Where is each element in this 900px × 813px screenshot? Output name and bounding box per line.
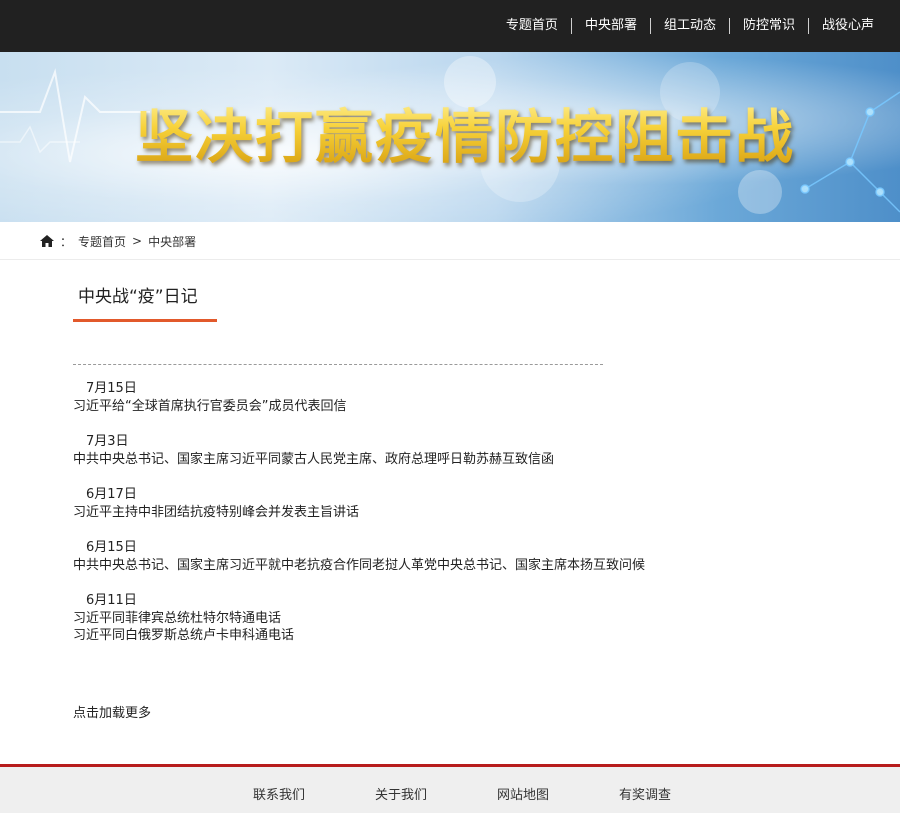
dashed-divider [73, 364, 603, 365]
diary-list: 7月15日 习近平给“全球首席执行官委员会”成员代表回信 7月3日 中共中央总书… [73, 380, 833, 662]
entry-link[interactable]: 习近平同菲律宾总统杜特尔特通电话 [73, 610, 833, 627]
top-nav: 专题首页 中央部署 组工动态 防控常识 战役心声 [493, 0, 880, 52]
entry-link[interactable]: 习近平主持中非团结抗疫特别峰会并发表主旨讲话 [73, 504, 833, 521]
list-item: 7月15日 习近平给“全球首席执行官委员会”成员代表回信 [73, 380, 833, 415]
entry-link[interactable]: 习近平给“全球首席执行官委员会”成员代表回信 [73, 398, 833, 415]
footer-link-sitemap[interactable]: 网站地图 [497, 784, 549, 803]
entry-link[interactable]: 中共中央总书记、国家主席习近平同蒙古人民党主席、政府总理呼日勒苏赫互致信函 [73, 451, 833, 468]
entry-date: 7月15日 [86, 381, 137, 396]
section-title: 中央战“疫”日记 [78, 287, 198, 307]
entry-date: 7月3日 [86, 434, 129, 449]
entry-date: 6月15日 [86, 540, 137, 555]
footer: 联系我们 关于我们 网站地图 有奖调查 [0, 767, 900, 813]
footer-link-contact[interactable]: 联系我们 [253, 784, 305, 803]
load-more-link[interactable]: 点击加载更多 [73, 702, 151, 721]
nav-prevention-knowledge[interactable]: 防控常识 [728, 18, 808, 34]
breadcrumb-separator: ： [60, 234, 73, 249]
footer-link-survey[interactable]: 有奖调查 [619, 784, 671, 803]
home-icon[interactable] [40, 235, 54, 247]
nav-central-deployment[interactable]: 中央部署 [570, 18, 650, 34]
banner-title: 坚决打赢疫情防控阻击战 [135, 90, 795, 174]
list-item: 7月3日 中共中央总书记、国家主席习近平同蒙古人民党主席、政府总理呼日勒苏赫互致… [73, 433, 833, 468]
breadcrumb: ： 专题首页 > 中央部署 [40, 232, 202, 250]
nav-organization-news[interactable]: 组工动态 [649, 18, 729, 34]
nav-home[interactable]: 专题首页 [493, 18, 571, 34]
top-navigation-bar: 专题首页 中央部署 组工动态 防控常识 战役心声 [0, 0, 900, 52]
breadcrumb-divider [0, 259, 900, 260]
breadcrumb-arrow: > [132, 234, 143, 248]
nav-battle-voices[interactable]: 战役心声 [807, 18, 880, 34]
list-item: 6月15日 中共中央总书记、国家主席习近平就中老抗疫合作同老挝人革党中央总书记、… [73, 539, 833, 574]
entry-link[interactable]: 习近平同白俄罗斯总统卢卡申科通电话 [73, 627, 833, 644]
section-title-underline [73, 319, 217, 322]
list-item: 6月17日 习近平主持中非团结抗疫特别峰会并发表主旨讲话 [73, 486, 833, 521]
breadcrumb-home-link[interactable]: 专题首页 [78, 233, 126, 250]
entry-date: 6月11日 [86, 593, 137, 608]
entry-link[interactable]: 中共中央总书记、国家主席习近平就中老抗疫合作同老挝人革党中央总书记、国家主席本扬… [73, 557, 833, 574]
breadcrumb-current[interactable]: 中央部署 [148, 233, 196, 250]
footer-link-about[interactable]: 关于我们 [375, 784, 427, 803]
entry-date: 6月17日 [86, 487, 137, 502]
banner: 坚决打赢疫情防控阻击战 [0, 52, 900, 222]
list-item: 6月11日 习近平同菲律宾总统杜特尔特通电话 习近平同白俄罗斯总统卢卡申科通电话 [73, 592, 833, 644]
